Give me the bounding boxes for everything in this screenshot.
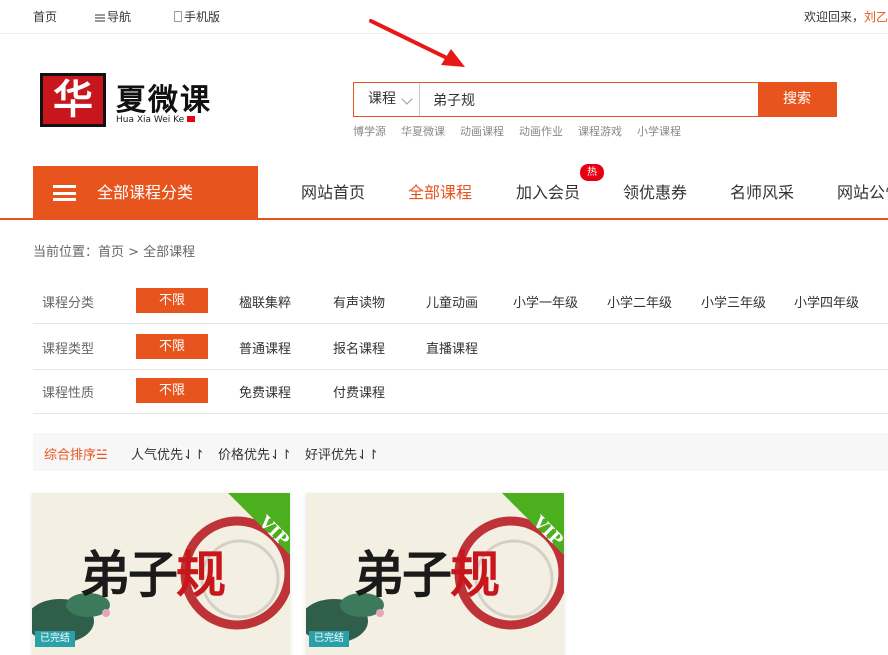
status-badge: 已完结 [35, 631, 75, 647]
top-home-link[interactable]: 首页 [33, 8, 57, 25]
sort-bar: 综合排序☱ 人气优先⇃↾ 价格优先⇃↾ 好评优先⇃↾ [33, 433, 888, 471]
welcome-label: 欢迎回来， [803, 10, 864, 24]
site-logo[interactable]: 华 夏微课 Hua Xia Wei Ke [40, 73, 240, 127]
logo-seal: 华 [40, 73, 106, 127]
card-title-red: 规 [176, 545, 226, 604]
top-nav-link[interactable]: 导航 [95, 8, 131, 25]
filter-option[interactable]: 直播课程 [426, 338, 478, 357]
chevron-down-icon [401, 93, 413, 105]
course-filters: 课程分类 不限 楹联集粹 有声读物 儿童动画 小学一年级 小学二年级 小学三年级… [33, 279, 888, 414]
sort-popularity[interactable]: 人气优先⇃↾ [131, 444, 205, 463]
filter-option[interactable]: 小学一年级 [513, 292, 578, 311]
card-title-black: 弟子 [354, 545, 452, 604]
username-link[interactable]: 刘乙 [864, 10, 888, 24]
filter-label: 课程类型 [42, 342, 95, 357]
filter-option[interactable]: 普通课程 [239, 338, 291, 357]
card-title-red: 规 [450, 545, 500, 604]
filter-option[interactable]: 报名课程 [333, 338, 385, 357]
breadcrumb: 当前位置：首页 > 全部课程 [33, 245, 196, 260]
filter-option[interactable]: 小学三年级 [701, 292, 766, 311]
nav-announcements[interactable]: 网站公告 [837, 166, 888, 220]
filter-option[interactable]: 儿童动画 [426, 292, 478, 311]
search-button[interactable]: 搜索 [758, 83, 836, 116]
welcome-text: 欢迎回来，刘乙 [804, 8, 888, 25]
nav-home[interactable]: 网站首页 [301, 166, 365, 220]
hamburger-icon [53, 185, 76, 201]
hot-link[interactable]: 华夏微课 [401, 125, 445, 138]
top-mobile-label: 手机版 [184, 10, 221, 24]
filter-option[interactable]: 有声读物 [333, 292, 385, 311]
nav-join-member[interactable]: 加入会员 [516, 166, 580, 220]
search-box: 课程 搜索 [353, 82, 837, 117]
red-arrow-annotation [369, 19, 465, 67]
status-badge: 已完结 [309, 631, 349, 647]
filter-row-category: 课程分类 不限 楹联集粹 有声读物 儿童动画 小学一年级 小学二年级 小学三年级… [33, 279, 888, 324]
logo-brand-text: 夏微课 [116, 83, 212, 118]
hot-link[interactable]: 动画课程 [460, 125, 504, 138]
filter-option[interactable]: 小学二年级 [607, 292, 672, 311]
hot-search-links: 博学源 华夏微课 动画课程 动画作业 课程游戏 小学课程 [353, 123, 696, 139]
filter-label: 课程性质 [42, 386, 95, 401]
logo-subtitle: Hua Xia Wei Ke [116, 115, 196, 125]
hot-badge: 热 [580, 164, 604, 181]
search-category-label: 课程 [368, 91, 396, 107]
card-title-art: 弟子规 [354, 535, 500, 607]
hot-link[interactable]: 小学课程 [637, 125, 681, 138]
filter-row-nature: 课程性质 不限 免费课程 付费课程 [33, 369, 888, 414]
logo-subtitle-text: Hua Xia Wei Ke [116, 115, 185, 125]
sort-price[interactable]: 价格优先⇃↾ [218, 444, 292, 463]
search-input[interactable] [421, 83, 759, 116]
nav-all-courses[interactable]: 全部课程 [408, 166, 472, 220]
top-nav-label: 导航 [107, 10, 132, 24]
nav-teachers[interactable]: 名师风采 [730, 166, 794, 220]
filter-option[interactable]: 楹联集粹 [239, 292, 291, 311]
filter-unlimited-button[interactable]: 不限 [136, 334, 208, 359]
filter-unlimited-button[interactable]: 不限 [136, 288, 208, 313]
hot-link[interactable]: 博学源 [353, 125, 386, 138]
course-card[interactable]: VIP 弟子规 已完结 [32, 493, 290, 655]
nav-coupons[interactable]: 领优惠券 [623, 166, 687, 220]
card-title-art: 弟子规 [80, 535, 226, 607]
hot-link[interactable]: 课程游戏 [578, 125, 622, 138]
filter-option[interactable]: 免费课程 [239, 382, 291, 401]
filter-option[interactable]: 付费课程 [333, 382, 385, 401]
all-categories-button[interactable]: 全部课程分类 [33, 166, 258, 220]
filter-label: 课程分类 [42, 296, 95, 311]
sort-rating[interactable]: 好评优先⇃↾ [305, 444, 379, 463]
course-card[interactable]: VIP 弟子规 已完结 [306, 493, 564, 655]
filter-unlimited-button[interactable]: 不限 [136, 378, 208, 403]
card-title-black: 弟子 [80, 545, 178, 604]
search-category-select[interactable]: 课程 [354, 83, 420, 116]
logo-red-square [187, 116, 196, 122]
filter-option[interactable]: 小学四年级 [794, 292, 859, 311]
phone-icon [174, 11, 182, 22]
menu-icon [95, 14, 105, 22]
hot-link[interactable]: 动画作业 [519, 125, 563, 138]
main-nav: 全部课程分类 网站首页 全部课程 加入会员 领优惠券 名师风采 网站公告 [0, 166, 888, 220]
top-mobile-link[interactable]: 手机版 [174, 8, 220, 25]
filter-row-type: 课程类型 不限 普通课程 报名课程 直播课程 [33, 325, 888, 370]
sort-comprehensive[interactable]: 综合排序☱ [44, 444, 108, 463]
all-categories-label: 全部课程分类 [97, 183, 194, 202]
